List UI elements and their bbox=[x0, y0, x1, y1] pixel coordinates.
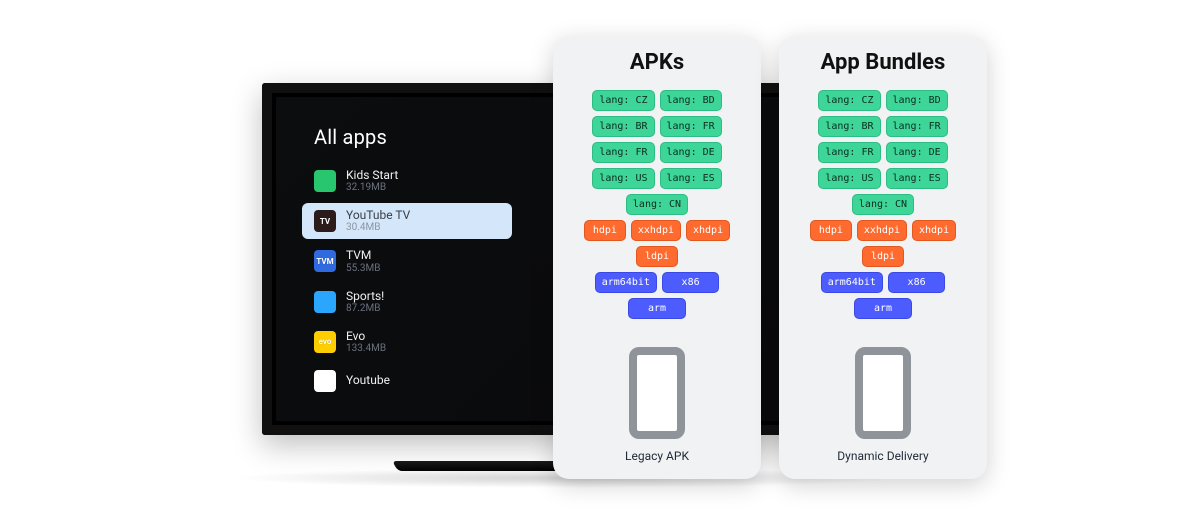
app-size: 55.3MB bbox=[346, 263, 380, 274]
app-name: Kids Start bbox=[346, 169, 398, 182]
app-meta: Youtube bbox=[346, 374, 390, 387]
dpi-chip-row: hdpixxhdpixhdpi ldpi bbox=[791, 220, 975, 267]
dpi-chip: ldpi bbox=[636, 246, 678, 267]
app-icon: TV bbox=[314, 210, 336, 232]
app-row[interactable]: TVMTVM55.3MB bbox=[302, 243, 512, 279]
app-meta: YouTube TV30.4MB bbox=[346, 209, 410, 233]
app-meta: TVM55.3MB bbox=[346, 249, 380, 273]
lang-chip: lang: CN bbox=[852, 194, 914, 215]
arch-chip-row: arm64bitx86 arm bbox=[791, 272, 975, 319]
lang-chip-row: lang: CZ lang: BD lang: BR lang: FR lang: FR… bbox=[791, 90, 975, 215]
app-size: 87.2MB bbox=[346, 303, 384, 314]
card-title: App Bundles bbox=[821, 50, 946, 75]
lang-chip: lang: FR bbox=[886, 116, 948, 137]
dpi-chip: ldpi bbox=[862, 246, 904, 267]
lang-chip: lang: CZ bbox=[818, 90, 880, 111]
arch-chip: arm64bit bbox=[821, 272, 883, 293]
phone-icon bbox=[629, 347, 685, 439]
app-name: Youtube bbox=[346, 374, 390, 387]
card-caption: Legacy APK bbox=[625, 449, 689, 463]
lang-chip: lang: BR bbox=[592, 116, 654, 137]
dpi-chip: xhdpi bbox=[686, 220, 730, 241]
dpi-chip-row: hdpixxhdpixhdpi ldpi bbox=[565, 220, 749, 267]
lang-chip: lang: CN bbox=[626, 194, 688, 215]
diagram-stage: All apps Kids Start32.19MBTVYouTube TV30… bbox=[0, 0, 1204, 512]
arch-chip: arm bbox=[628, 298, 685, 319]
arch-chip: arm bbox=[854, 298, 911, 319]
app-icon bbox=[314, 291, 336, 313]
app-icon: TVM bbox=[314, 250, 336, 272]
app-name: Sports! bbox=[346, 290, 384, 303]
app-meta: Kids Start32.19MB bbox=[346, 169, 398, 193]
app-row[interactable]: Youtube bbox=[302, 364, 512, 398]
lang-chip: lang: BD bbox=[886, 90, 948, 111]
lang-chip: lang: FR bbox=[660, 116, 722, 137]
app-row[interactable]: TV YouTube TV30.4MB bbox=[302, 203, 512, 239]
card-caption: Dynamic Delivery bbox=[837, 449, 928, 463]
app-meta: Sports!87.2MB bbox=[346, 290, 384, 314]
app-icon bbox=[314, 370, 336, 392]
arch-chip-row: arm64bitx86 arm bbox=[565, 272, 749, 319]
lang-chip: lang: FR bbox=[592, 142, 654, 163]
lang-chip: lang: BD bbox=[660, 90, 722, 111]
cards-row: APKslang: CZlang: BDlang: BRlang: FRlang… bbox=[553, 36, 987, 479]
arch-chip: x86 bbox=[888, 272, 945, 293]
lang-chip: lang: ES bbox=[886, 168, 948, 189]
arch-chip: x86 bbox=[662, 272, 719, 293]
card-app-bundles: App Bundleslang: CZlang: BDlang: BRlang:… bbox=[779, 36, 987, 479]
app-row[interactable]: Sports!87.2MB bbox=[302, 284, 512, 320]
arch-chip: arm64bit bbox=[595, 272, 657, 293]
lang-chip: lang: CZ bbox=[592, 90, 654, 111]
dpi-chip: hdpi bbox=[584, 220, 626, 241]
dpi-chip: hdpi bbox=[810, 220, 852, 241]
app-name: YouTube TV bbox=[346, 209, 410, 222]
app-meta: Evo133.4MB bbox=[346, 330, 386, 354]
lang-chip: lang: US bbox=[818, 168, 880, 189]
app-row[interactable]: Kids Start32.19MB bbox=[302, 163, 512, 199]
app-icon: evo bbox=[314, 331, 336, 353]
app-row[interactable]: evo Evo133.4MB bbox=[302, 324, 512, 360]
app-size: 133.4MB bbox=[346, 343, 386, 354]
app-size: 30.4MB bbox=[346, 222, 410, 233]
card-title: APKs bbox=[630, 50, 684, 75]
lang-chip: lang: BR bbox=[818, 116, 880, 137]
app-size: 32.19MB bbox=[346, 182, 398, 193]
app-icon bbox=[314, 170, 336, 192]
lang-chip: lang: ES bbox=[660, 168, 722, 189]
card-apks: APKslang: CZlang: BDlang: BRlang: FRlang… bbox=[553, 36, 761, 479]
phone-icon bbox=[855, 347, 911, 439]
lang-chip-row: lang: CZ lang: BD lang: BR lang: FR lang: FR… bbox=[565, 90, 749, 215]
app-name: TVM bbox=[346, 249, 380, 262]
app-name: Evo bbox=[346, 330, 386, 343]
lang-chip: lang: DE bbox=[660, 142, 722, 163]
dpi-chip: xxhdpi bbox=[631, 220, 681, 241]
dpi-chip: xhdpi bbox=[912, 220, 956, 241]
dpi-chip: xxhdpi bbox=[857, 220, 907, 241]
lang-chip: lang: DE bbox=[886, 142, 948, 163]
lang-chip: lang: FR bbox=[818, 142, 880, 163]
lang-chip: lang: US bbox=[592, 168, 654, 189]
